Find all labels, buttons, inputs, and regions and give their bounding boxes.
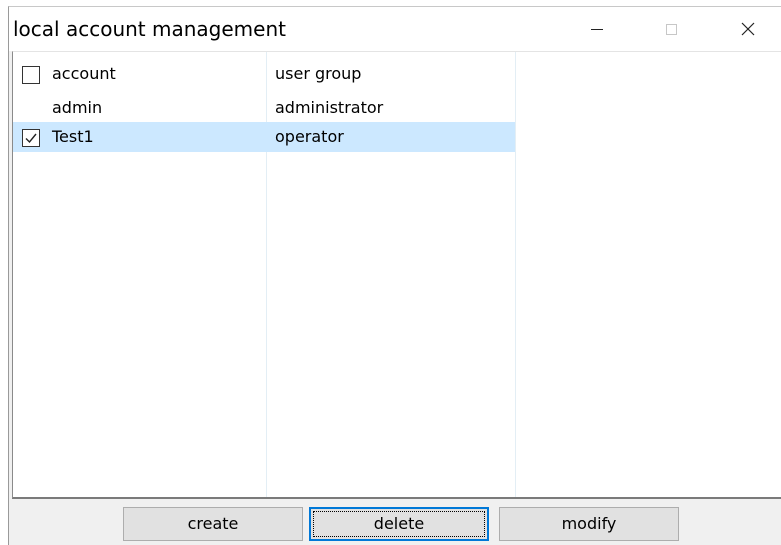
list-header: account user group (13, 58, 515, 90)
maximize-button[interactable] (648, 7, 694, 51)
user-group-cell: administrator (275, 98, 384, 117)
checkmark-icon (25, 133, 37, 144)
maximize-icon (665, 23, 677, 35)
delete-button-label: delete (373, 514, 425, 533)
row-checkbox[interactable] (22, 129, 40, 147)
delete-button[interactable]: delete (309, 507, 489, 541)
select-all-checkbox[interactable] (22, 66, 40, 84)
minimize-button[interactable] (574, 7, 620, 51)
window-title: local account management (13, 17, 286, 41)
column-header-account[interactable]: account (52, 58, 116, 90)
list-item-selected[interactable]: Test1 operator (13, 122, 515, 152)
column-divider (515, 52, 516, 497)
user-group-cell: operator (275, 127, 344, 146)
list-item[interactable]: admin administrator (13, 93, 515, 123)
close-icon (741, 22, 755, 36)
local-account-management-window: local account management account user gr… (8, 6, 781, 545)
title-bar[interactable]: local account management (9, 7, 781, 51)
column-header-user-group[interactable]: user group (275, 58, 361, 90)
minimize-icon (591, 28, 603, 30)
account-cell: admin (52, 98, 103, 117)
close-button[interactable] (725, 7, 771, 51)
account-list-view[interactable]: account user group admin administrator T… (12, 51, 781, 499)
create-button[interactable]: create (123, 507, 303, 541)
account-cell: Test1 (52, 127, 94, 146)
modify-button[interactable]: modify (499, 507, 679, 541)
